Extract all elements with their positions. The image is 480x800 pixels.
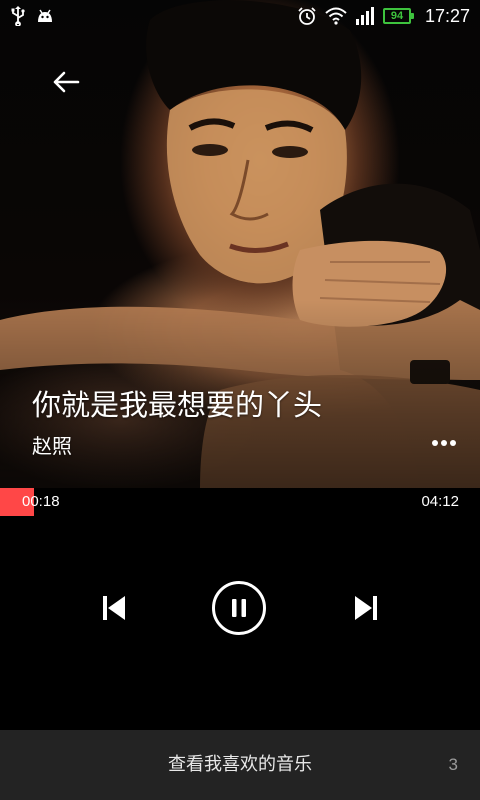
progress-track[interactable] — [0, 488, 480, 516]
status-bar: 94 17:27 — [0, 0, 480, 32]
more-dots-icon — [432, 440, 438, 446]
favorites-count: 3 — [448, 755, 458, 774]
pause-button[interactable] — [212, 581, 266, 635]
battery-icon: 94 — [382, 8, 414, 24]
next-button[interactable] — [346, 588, 386, 628]
more-options-button[interactable] — [426, 430, 462, 456]
status-time: 17:27 — [424, 5, 470, 26]
skip-previous-icon — [103, 596, 125, 620]
playback-controls — [0, 578, 480, 638]
back-button[interactable] — [44, 62, 88, 102]
wifi-icon — [325, 7, 347, 25]
artist-name[interactable]: 赵照 — [32, 430, 72, 459]
skip-next-icon — [355, 596, 377, 620]
favorites-bar[interactable]: 查看我喜欢的音乐 3 — [0, 730, 480, 800]
arrow-left-icon — [53, 71, 80, 93]
elapsed-time: 00:18 — [22, 493, 60, 510]
favorites-label: 查看我喜欢的音乐 — [168, 754, 312, 775]
android-debug-icon — [36, 8, 54, 24]
song-title: 你就是我最想要的丫头 — [32, 388, 323, 422]
usb-icon — [10, 6, 26, 26]
signal-icon — [355, 7, 375, 25]
pause-icon — [232, 599, 246, 617]
battery-level: 94 — [390, 9, 404, 22]
total-time: 04:12 — [421, 493, 459, 510]
alarm-icon — [297, 6, 317, 26]
previous-button[interactable] — [94, 588, 134, 628]
music-player-screen: 94 17:27 你就是我最想要的丫头 赵照 00:18 04:12 查看我喜欢… — [0, 0, 480, 800]
progress-bar[interactable]: 00:18 04:12 — [0, 488, 480, 516]
